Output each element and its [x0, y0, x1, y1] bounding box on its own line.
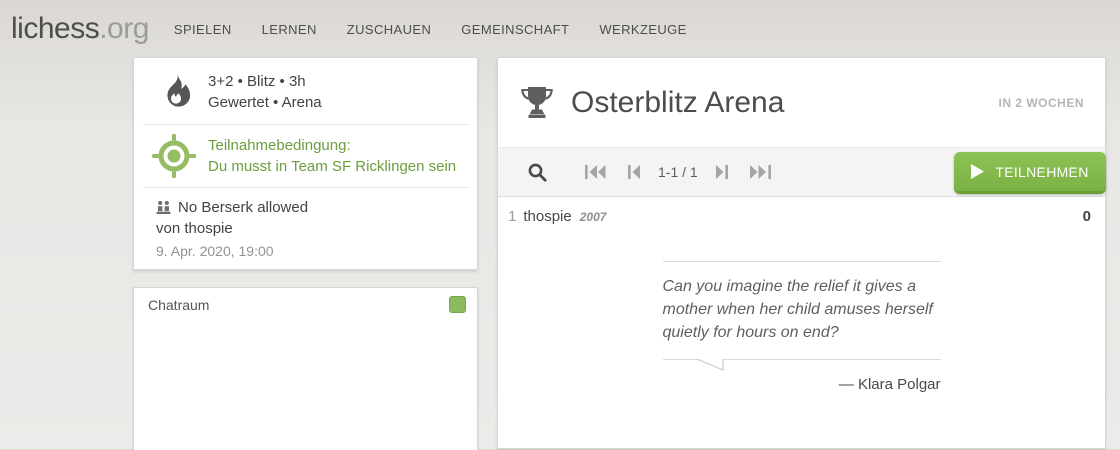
chat-header: Chatraum: [134, 288, 477, 319]
standings-toolbar: 1-1 / 1: [498, 147, 1105, 197]
last-page-icon: [750, 165, 771, 179]
quote-author: — Klara Polgar: [663, 373, 941, 393]
tournament-info-card: 3+2 • Blitz • 3h Gewertet • Arena Teilna…: [133, 57, 478, 270]
time-control-text: 3+2 • Blitz • 3h Gewertet • Arena: [208, 71, 322, 113]
nav-item-zuschauen[interactable]: ZUSCHAUEN: [347, 22, 432, 37]
quote-bottom-rule: [663, 359, 941, 373]
nav-item-werkzeuge[interactable]: WERKZEUGE: [599, 22, 686, 37]
tournament-header: Osterblitz Arena IN 2 WOCHEN: [498, 58, 1105, 147]
tournament-title: Osterblitz Arena: [571, 86, 998, 120]
first-page-icon: [585, 165, 606, 179]
quote-tail: [697, 359, 724, 372]
logo-name: lichess: [11, 12, 99, 45]
next-page-button[interactable]: [705, 159, 739, 185]
join-button[interactable]: TEILNEHMEN: [954, 152, 1106, 194]
trophy-icon: [519, 86, 555, 119]
next-page-icon: [716, 165, 728, 179]
condition-row: Teilnahmebedingung: Du musst in Team SF …: [134, 125, 477, 187]
players-icon: [156, 200, 171, 215]
player-score: 0: [1083, 208, 1091, 225]
tournament-start-date: 9. Apr. 2020, 19:00: [156, 241, 457, 262]
tournament-main-card: Osterblitz Arena IN 2 WOCHEN: [497, 57, 1106, 449]
logo-tld: .org: [99, 12, 149, 45]
prev-page-icon: [628, 165, 640, 179]
standings-row[interactable]: 1 thospie 2007 0: [498, 197, 1105, 234]
flame-icon: [158, 72, 192, 112]
quote-block: Can you imagine the relief it gives a mo…: [663, 261, 941, 393]
description-line: No Berserk allowed: [156, 197, 457, 218]
condition-text: Du musst in Team SF Ricklingen sein: [208, 156, 456, 177]
condition-title: Teilnahmebedingung:: [208, 135, 456, 156]
chat-toggle[interactable]: [449, 296, 466, 313]
nav-item-gemeinschaft[interactable]: GEMEINSCHAFT: [461, 22, 569, 37]
search-icon: [528, 163, 547, 182]
tournament-host[interactable]: von thospie: [156, 218, 457, 239]
page-range: 1-1 / 1: [658, 164, 698, 180]
prev-page-button[interactable]: [617, 159, 651, 185]
chat-panel: Chatraum: [133, 287, 478, 450]
player-rank: 1: [508, 208, 516, 225]
player-name: thospie: [523, 208, 571, 225]
join-button-label: TEILNEHMEN: [995, 164, 1088, 180]
pagination: 1-1 / 1: [574, 159, 782, 185]
player-rating: 2007: [580, 210, 607, 224]
last-page-button[interactable]: [739, 159, 782, 185]
search-button[interactable]: [517, 157, 558, 188]
chat-title: Chatraum: [148, 297, 209, 313]
quote-text: Can you imagine the relief it gives a mo…: [663, 262, 941, 359]
starts-in-label: IN 2 WOCHEN: [998, 96, 1084, 110]
time-control-row: 3+2 • Blitz • 3h Gewertet • Arena: [134, 58, 477, 124]
first-page-button[interactable]: [574, 159, 617, 185]
tournament-description: No Berserk allowed: [178, 197, 308, 218]
time-line: 3+2 • Blitz • 3h: [208, 71, 322, 92]
site-header: lichess.org SPIELEN LERNEN ZUSCHAUEN GEM…: [0, 0, 1120, 57]
description-row: No Berserk allowed von thospie 9. Apr. 2…: [134, 188, 477, 272]
play-icon: [971, 164, 984, 179]
nav-item-lernen[interactable]: LERNEN: [262, 22, 317, 37]
mode-line: Gewertet • Arena: [208, 92, 322, 113]
condition-text-block: Teilnahmebedingung: Du musst in Team SF …: [208, 135, 456, 177]
lichess-logo[interactable]: lichess.org: [11, 12, 149, 46]
top-navigation: SPIELEN LERNEN ZUSCHAUEN GEMEINSCHAFT WE…: [174, 22, 687, 37]
target-icon: [151, 133, 197, 179]
nav-item-spielen[interactable]: SPIELEN: [174, 22, 232, 37]
